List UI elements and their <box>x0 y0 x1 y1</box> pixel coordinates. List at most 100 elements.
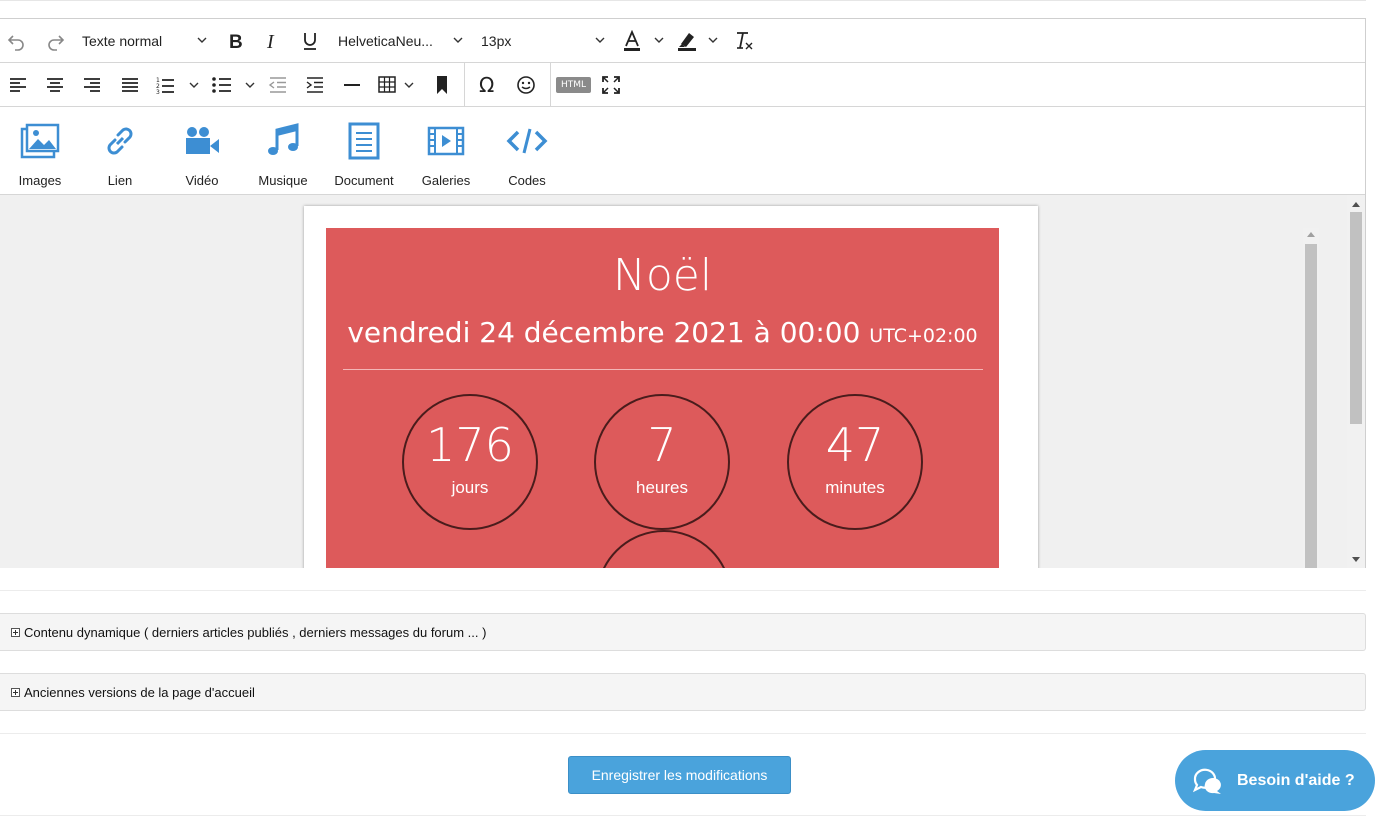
countdown-minutes-label: minutes <box>825 478 885 497</box>
countdown-widget: Noël vendredi 24 décembre 2021 à 00:00 U… <box>326 228 999 568</box>
horizontal-rule-icon[interactable] <box>340 73 364 97</box>
countdown-divider <box>343 369 983 370</box>
media-document-button[interactable]: Document <box>324 117 404 188</box>
italic-button[interactable]: I <box>260 29 284 53</box>
media-codes-button[interactable]: Codes <box>487 117 567 188</box>
expand-plus-icon[interactable] <box>11 687 20 697</box>
font-family-value: HelveticaNeu... <box>338 33 433 49</box>
old-versions-panel[interactable]: Anciennes versions de la page d'accueil <box>0 673 1366 711</box>
block-format-value: Texte normal <box>82 33 163 49</box>
table-icon[interactable] <box>376 73 422 97</box>
save-button[interactable]: Enregistrer les modifications <box>568 756 791 794</box>
countdown-timezone: UTC+02:00 <box>869 325 978 347</box>
media-music-button[interactable]: Musique <box>243 117 323 188</box>
expand-plus-icon[interactable] <box>11 627 20 637</box>
text-color-button[interactable] <box>620 29 670 53</box>
dynamic-content-panel[interactable]: Contenu dynamique ( derniers articles pu… <box>0 613 1366 651</box>
music-note-icon <box>243 117 323 165</box>
align-justify-icon[interactable] <box>118 73 142 97</box>
align-right-icon[interactable] <box>80 73 104 97</box>
media-link-label: Lien <box>107 173 133 188</box>
rich-text-editor: Texte normal B I HelveticaNeu... 13px 1 … <box>0 18 1366 568</box>
countdown-hours-circle: 7 heures <box>594 394 730 530</box>
bold-button[interactable]: B <box>224 29 248 53</box>
media-codes-label: Codes <box>508 173 546 188</box>
media-galleries-button[interactable]: Galeries <box>406 117 486 188</box>
countdown-days-circle: 176 jours <box>402 394 538 530</box>
numbered-list-icon[interactable]: 123 <box>154 73 204 97</box>
undo-icon[interactable] <box>4 29 28 53</box>
countdown-days-label: jours <box>451 478 489 497</box>
countdown-minutes-value: 47 <box>825 418 885 472</box>
highlight-color-button[interactable] <box>674 29 724 53</box>
chat-bubbles-icon <box>1191 766 1223 796</box>
chevron-down-icon <box>452 33 464 49</box>
help-chat-label: Besoin d'aide ? <box>1237 771 1355 789</box>
image-icon <box>0 117 80 165</box>
video-camera-icon <box>162 117 242 165</box>
scroll-up-arrow-icon[interactable] <box>1352 202 1360 207</box>
help-chat-button[interactable]: Besoin d'aide ? <box>1175 750 1375 811</box>
toolbar-separator <box>550 63 551 107</box>
page-sheet: Noël vendredi 24 décembre 2021 à 00:00 U… <box>304 206 1319 568</box>
countdown-minutes-circle: 47 minutes <box>787 394 923 530</box>
media-video-button[interactable]: Vidéo <box>162 117 242 188</box>
countdown-date: vendredi 24 décembre 2021 à 00:00 UTC+02… <box>326 316 999 349</box>
svg-text:I: I <box>266 32 275 50</box>
toolbar-row-2: 123 Ω HTML <box>0 63 1365 107</box>
chevron-down-icon <box>594 33 606 49</box>
media-images-label: Images <box>18 173 62 188</box>
clear-format-icon[interactable] <box>732 29 756 53</box>
editor-scrollbar[interactable] <box>1347 195 1365 568</box>
document-icon <box>324 117 404 165</box>
scroll-up-arrow-icon[interactable] <box>1307 232 1315 237</box>
media-document-label: Document <box>334 173 394 188</box>
editor-content-area[interactable]: Noël vendredi 24 décembre 2021 à 00:00 U… <box>0 195 1347 568</box>
countdown-hours-value: 7 <box>647 418 677 472</box>
redo-icon[interactable] <box>44 29 68 53</box>
editor-scrollbar-thumb[interactable] <box>1350 212 1362 424</box>
divider <box>0 733 1366 734</box>
html-source-button[interactable]: HTML <box>556 77 591 93</box>
bookmark-icon[interactable] <box>430 73 454 97</box>
chevron-down-icon <box>196 33 208 49</box>
svg-text:3: 3 <box>156 89 160 95</box>
media-music-label: Musique <box>258 173 308 188</box>
link-icon <box>80 117 160 165</box>
emoticon-icon[interactable] <box>514 73 538 97</box>
toolbar-separator <box>464 63 465 107</box>
media-link-button[interactable]: Lien <box>80 117 160 188</box>
media-video-label: Vidéo <box>185 173 219 188</box>
font-family-select[interactable]: HelveticaNeu... <box>338 31 468 51</box>
align-center-icon[interactable] <box>43 73 67 97</box>
fullscreen-icon[interactable] <box>599 73 623 97</box>
bullet-list-icon[interactable] <box>210 73 260 97</box>
countdown-days-value: 176 <box>426 418 514 472</box>
old-versions-label: Anciennes versions de la page d'accueil <box>24 684 255 700</box>
scroll-down-arrow-icon[interactable] <box>1352 557 1360 562</box>
countdown-event-title: Noël <box>612 250 713 301</box>
countdown-seconds-circle <box>596 530 732 568</box>
inner-scrollbar-thumb[interactable] <box>1305 244 1317 568</box>
toolbar-row-1: Texte normal B I HelveticaNeu... 13px <box>0 19 1365 63</box>
svg-text:Ω: Ω <box>479 75 494 95</box>
top-divider <box>0 0 1366 1</box>
html-source-label: HTML <box>560 80 587 90</box>
divider <box>0 590 1366 591</box>
media-images-button[interactable]: Images <box>0 117 80 188</box>
font-size-select[interactable]: 13px <box>481 31 611 51</box>
divider <box>0 815 1366 816</box>
media-galleries-label: Galeries <box>421 173 471 188</box>
font-size-value: 13px <box>481 33 512 49</box>
outdent-icon[interactable] <box>266 73 290 97</box>
film-gallery-icon <box>406 117 486 165</box>
media-toolbar: Images Lien Vidéo Musique Document Galer… <box>0 107 1365 195</box>
special-character-icon[interactable]: Ω <box>476 73 500 97</box>
indent-icon[interactable] <box>303 73 327 97</box>
block-format-select[interactable]: Texte normal <box>82 31 212 51</box>
underline-button[interactable] <box>298 29 322 53</box>
svg-text:B: B <box>229 32 243 50</box>
dynamic-content-label: Contenu dynamique ( derniers articles pu… <box>24 624 487 640</box>
inner-scrollbar[interactable] <box>1303 228 1319 568</box>
align-left-icon[interactable] <box>6 73 30 97</box>
